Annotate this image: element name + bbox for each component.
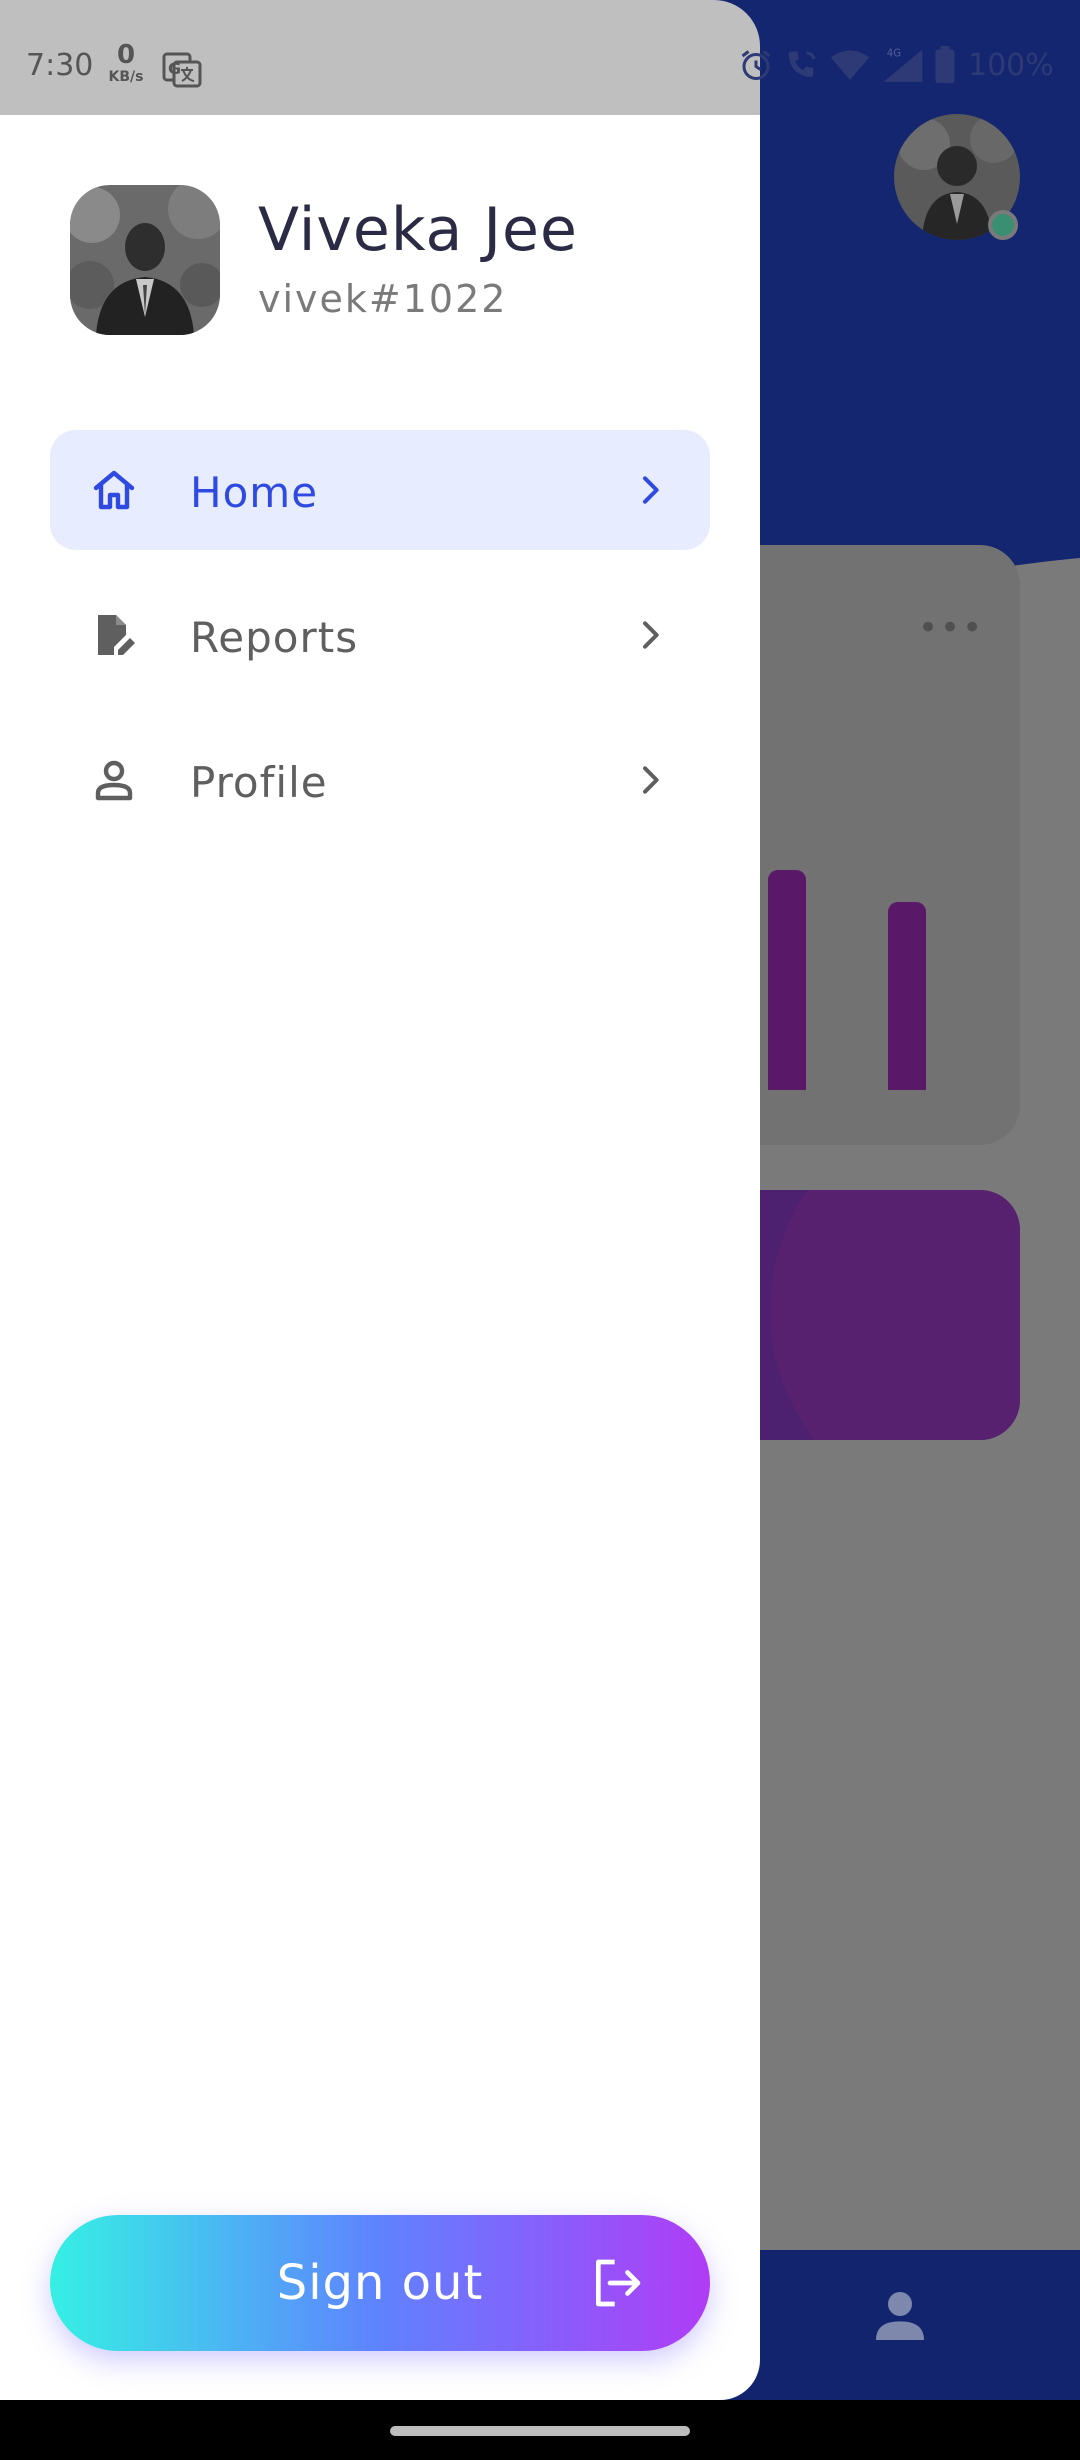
svg-text:G: G bbox=[168, 59, 181, 78]
network-type-label: 4G bbox=[887, 49, 901, 60]
drawer-item-label: Reports bbox=[190, 613, 359, 662]
home-gesture-bar[interactable] bbox=[390, 2426, 690, 2436]
promo-card-decoration bbox=[770, 1190, 1020, 1440]
user-name: Viveka Jee bbox=[258, 195, 578, 265]
drawer-item-profile[interactable]: Profile bbox=[50, 720, 710, 840]
status-time: 7:30 bbox=[26, 48, 94, 83]
status-icons: 4G 100% bbox=[738, 46, 1054, 84]
battery-icon bbox=[935, 46, 955, 84]
network-speed-unit: KB/s bbox=[108, 69, 144, 85]
chevron-right-icon bbox=[643, 766, 659, 794]
cellular-signal-icon: 4G bbox=[883, 49, 923, 82]
battery-percent: 100% bbox=[968, 47, 1054, 83]
chevron-right-icon bbox=[643, 476, 659, 504]
logout-icon bbox=[596, 2259, 641, 2307]
wifi-icon bbox=[830, 50, 870, 80]
profile-photo-icon bbox=[70, 185, 220, 335]
translate-icon: G bbox=[162, 52, 202, 88]
user-handle: vivek#1022 bbox=[258, 277, 508, 321]
network-speed-value: 0 bbox=[116, 40, 136, 70]
chart-bar bbox=[768, 870, 806, 1090]
status-bar: 7:30 0 KB/s G bbox=[0, 0, 760, 115]
alarm-icon bbox=[741, 50, 771, 80]
home-icon bbox=[93, 470, 135, 510]
profile-avatar[interactable] bbox=[70, 185, 220, 335]
sign-out-button[interactable]: Sign out bbox=[50, 2215, 710, 2351]
drawer-item-reports[interactable]: Reports bbox=[50, 575, 710, 695]
navigation-drawer: Viveka Jee vivek#1022 Home Reports Profi… bbox=[0, 115, 760, 2400]
report-edit-icon bbox=[98, 615, 135, 655]
drawer-item-home[interactable]: Home bbox=[50, 430, 710, 550]
chart-bar bbox=[888, 902, 926, 1090]
drawer-item-label: Home bbox=[190, 468, 319, 517]
drawer-item-label: Profile bbox=[190, 758, 328, 807]
person-icon bbox=[95, 760, 133, 801]
chevron-right-icon bbox=[643, 621, 659, 649]
network-speed: 0 KB/s bbox=[104, 42, 148, 84]
card-more-icon[interactable]: ••• bbox=[918, 608, 984, 648]
nav-profile-icon[interactable] bbox=[868, 2284, 932, 2348]
wifi-calling-icon bbox=[788, 51, 816, 77]
online-status-dot bbox=[988, 210, 1018, 240]
